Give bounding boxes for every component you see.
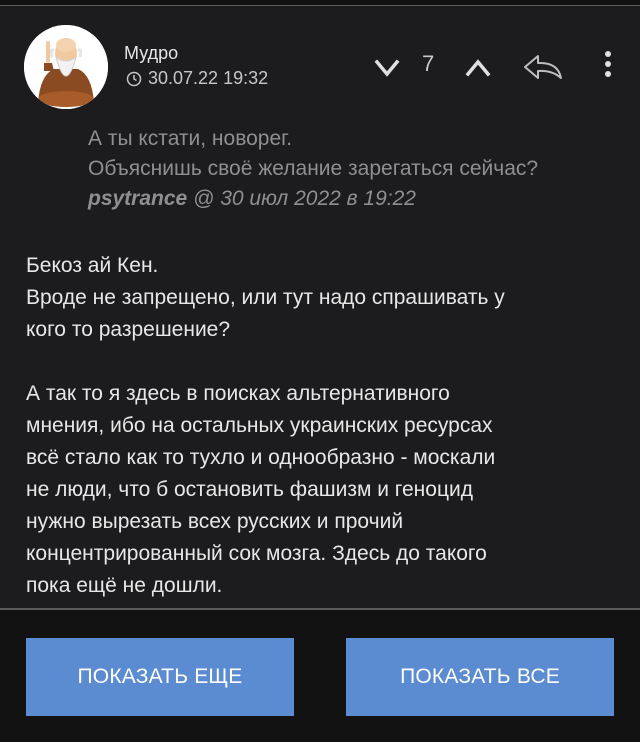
- bottom-divider: [0, 608, 640, 610]
- quoted-comment: А ты кстати, новорег. Объяснишь своё жел…: [88, 124, 628, 214]
- show-more-button[interactable]: ПОКАЗАТЬ ЕЩЕ: [26, 638, 294, 716]
- more-options-button[interactable]: [598, 46, 618, 86]
- quote-attribution: psytrance @ 30 июл 2022 в 19:22: [88, 187, 416, 210]
- body-line: мнения, ибо на остальных украинских ресу…: [26, 414, 493, 437]
- show-all-button[interactable]: ПОКАЗАТЬ ВСЕ: [346, 638, 614, 716]
- body-line: А так то я здесь в поисках альтернативно…: [26, 382, 450, 405]
- avatar[interactable]: [24, 25, 108, 109]
- body-line: концентрированный сок мозга. Здесь до та…: [26, 542, 487, 565]
- body-line: нужно вырезать всех русских и прочий: [26, 510, 404, 533]
- author-name[interactable]: Мудро: [124, 43, 178, 64]
- body-line: всё стало как то тухло и однообразно - м…: [26, 446, 496, 469]
- body-line: не люди, что б остановить фашизм и геноц…: [26, 478, 473, 501]
- quote-username[interactable]: psytrance: [88, 187, 187, 210]
- score-counter: 7: [422, 51, 435, 76]
- quote-line: Объяснишь своё желание зарегаться сейчас…: [88, 157, 539, 180]
- quote-date: @ 30 июл 2022 в 19:22: [187, 187, 416, 210]
- body-line: пока ещё не дошли.: [26, 574, 223, 597]
- comment-card: Мудро 30.07.22 19:32 7 А ты кстати, ново…: [0, 6, 640, 610]
- body-line: Бекоз ай Кен.: [26, 254, 159, 277]
- comment-paragraph: Бекоз ай Кен. Вроде не запрещено, или ту…: [26, 250, 616, 346]
- body-line: Вроде не запрещено, или тут надо спрашив…: [26, 286, 505, 309]
- quote-line: А ты кстати, новорег.: [88, 127, 293, 150]
- post-timestamp: 30.07.22 19:32: [126, 68, 268, 89]
- chevron-up-icon: [465, 59, 491, 77]
- vote-down-button[interactable]: [370, 54, 404, 82]
- comment-body: Бекоз ай Кен. Вроде не запрещено, или ту…: [26, 250, 616, 602]
- reply-button[interactable]: [520, 50, 566, 84]
- reply-icon: [524, 55, 562, 79]
- clock-icon: [126, 71, 142, 86]
- comment-paragraph: А так то я здесь в поисках альтернативно…: [26, 378, 616, 602]
- vote-up-button[interactable]: [461, 54, 495, 82]
- timestamp-text: 30.07.22 19:32: [148, 68, 269, 88]
- sage-avatar-icon: [24, 25, 108, 109]
- chevron-down-icon: [374, 59, 400, 77]
- body-line: кого то разрешение?: [26, 318, 231, 341]
- more-vertical-icon: [605, 51, 611, 77]
